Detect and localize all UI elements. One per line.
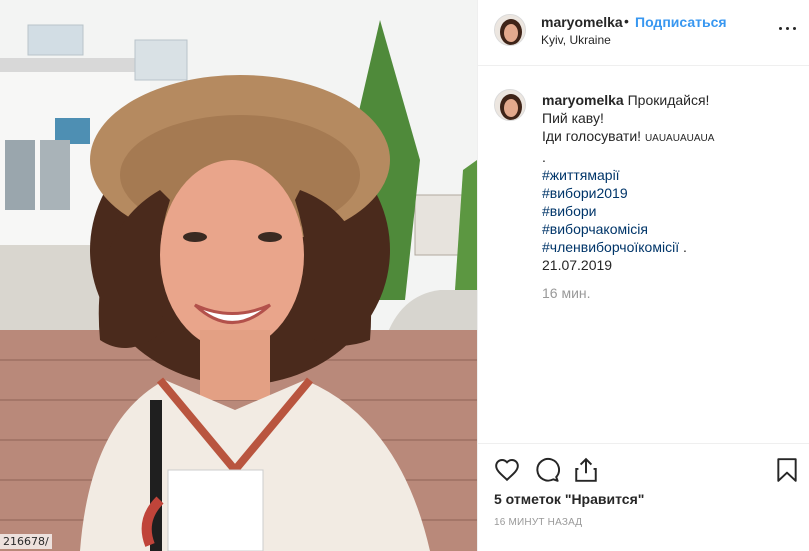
photo-image xyxy=(0,0,477,551)
post-header: maryomelka • Подписаться Kyiv, Ukraine xyxy=(478,0,809,66)
photo-corner-id: 216678/ xyxy=(0,534,52,549)
post-actions: 5 отметок "Нравится" 16 МИНУТ НАЗАД xyxy=(478,443,809,551)
caption-username[interactable]: maryomelka xyxy=(542,92,624,108)
hashtag-link[interactable]: #виборчакомісія xyxy=(542,220,797,238)
comment-time[interactable]: 16 мин. xyxy=(542,285,591,301)
caption-line: Іди голосувати! xyxy=(542,128,642,144)
location-link[interactable]: Kyiv, Ukraine xyxy=(541,33,611,47)
caption-avatar[interactable] xyxy=(494,89,526,121)
follow-button[interactable]: Подписаться xyxy=(635,14,727,30)
comments-area: maryomelka Прокидайся! Пий каву! Іди гол… xyxy=(478,67,809,442)
avatar-image xyxy=(495,15,525,45)
hashtag-link[interactable]: #членвиборчоїкомісії xyxy=(542,239,679,255)
avatar-image xyxy=(495,90,525,120)
caption-line: Пий каву! xyxy=(542,110,604,126)
caption-dot: . xyxy=(542,149,546,165)
post-caption: maryomelka Прокидайся! Пий каву! Іди гол… xyxy=(542,91,797,274)
hashtag-link[interactable]: #вибори2019 xyxy=(542,184,797,202)
header-separator: • xyxy=(624,13,629,29)
bookmark-icon[interactable] xyxy=(774,457,800,483)
hashtag-link[interactable]: #життямарії xyxy=(542,166,797,184)
caption-tag-suffix: . xyxy=(679,239,687,255)
caption-date: 21.07.2019 xyxy=(542,257,613,273)
avatar[interactable] xyxy=(494,14,526,46)
post-timestamp[interactable]: 16 МИНУТ НАЗАД xyxy=(494,517,582,528)
caption-first-line: Прокидайся! xyxy=(627,92,710,108)
more-options-icon[interactable] xyxy=(776,18,800,38)
post-side-panel: maryomelka • Подписаться Kyiv, Ukraine m… xyxy=(477,0,809,551)
heart-icon[interactable] xyxy=(494,457,520,483)
share-icon[interactable] xyxy=(573,457,599,483)
likes-count[interactable]: 5 отметок "Нравится" xyxy=(494,491,644,507)
comment-icon[interactable] xyxy=(534,457,560,483)
caption-emoji-text: UAUAUAUAUA xyxy=(644,133,715,144)
hashtag-link[interactable]: #вибори xyxy=(542,202,797,220)
header-username[interactable]: maryomelka xyxy=(541,14,623,30)
post-photo[interactable]: 216678/ xyxy=(0,0,477,551)
